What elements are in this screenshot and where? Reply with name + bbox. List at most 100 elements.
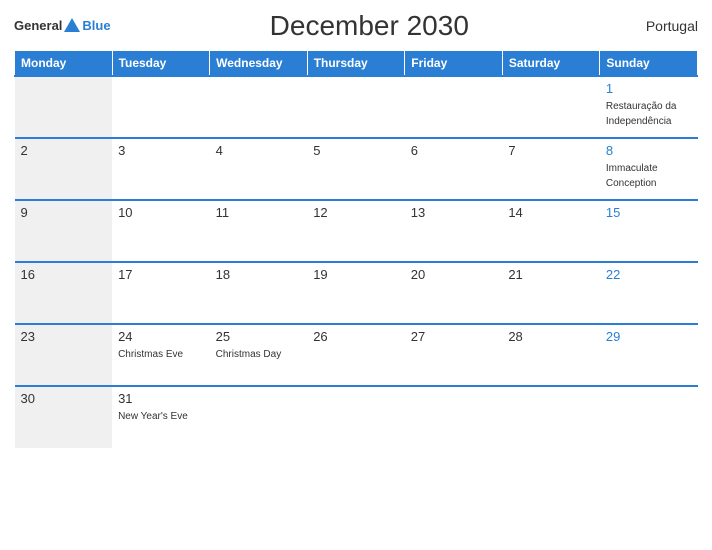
day-number: 12 [313, 205, 399, 220]
day-number: 22 [606, 267, 692, 282]
day-number: 23 [21, 329, 107, 344]
event-label: Christmas Day [216, 349, 282, 360]
day-number: 24 [118, 329, 204, 344]
day-number: 7 [508, 143, 594, 158]
day-number: 26 [313, 329, 399, 344]
day-number: 11 [216, 205, 302, 220]
day-number: 14 [508, 205, 594, 220]
day-number: 9 [21, 205, 107, 220]
calendar-week-row: 23 24 Christmas Eve 25Christmas Day 26 27 28 29 [15, 324, 698, 386]
table-row [405, 76, 503, 138]
table-row [600, 386, 698, 448]
table-row [210, 386, 308, 448]
table-row: 14 [502, 200, 600, 262]
table-row: 5 [307, 138, 405, 200]
table-row: 12 [307, 200, 405, 262]
header: General Blue December 2030 Portugal [14, 10, 698, 42]
header-saturday: Saturday [502, 51, 600, 77]
header-wednesday: Wednesday [210, 51, 308, 77]
table-row: 11 [210, 200, 308, 262]
table-row: 26 [307, 324, 405, 386]
table-row: 24 Christmas Eve [112, 324, 210, 386]
table-row: 16 [15, 262, 113, 324]
table-row: 6 [405, 138, 503, 200]
day-number: 20 [411, 267, 497, 282]
table-row [405, 386, 503, 448]
event-label: New Year's Eve [118, 411, 188, 422]
day-number: 21 [508, 267, 594, 282]
logo-triangle-icon [64, 18, 80, 32]
calendar-table: Monday Tuesday Wednesday Thursday Friday… [14, 50, 698, 448]
header-friday: Friday [405, 51, 503, 77]
table-row: 29 [600, 324, 698, 386]
calendar-title: December 2030 [111, 10, 628, 42]
calendar-week-row: 16 17 18 19 20 21 22 [15, 262, 698, 324]
logo: General Blue [14, 19, 111, 33]
calendar-week-row: 1 Restauração da Independência [15, 76, 698, 138]
logo-general: General [14, 19, 62, 33]
table-row [502, 386, 600, 448]
header-thursday: Thursday [307, 51, 405, 77]
table-row: 7 [502, 138, 600, 200]
day-number: 28 [508, 329, 594, 344]
day-number: 10 [118, 205, 204, 220]
table-row [502, 76, 600, 138]
table-row [307, 386, 405, 448]
day-number: 29 [606, 329, 692, 344]
table-row: 1 Restauração da Independência [600, 76, 698, 138]
table-row: 28 [502, 324, 600, 386]
calendar-week-row: 2345678 Immaculate Conception [15, 138, 698, 200]
day-number: 31 [118, 391, 204, 406]
table-row: 3 [112, 138, 210, 200]
table-row: 30 [15, 386, 113, 448]
day-number: 8 [606, 143, 692, 158]
table-row [15, 76, 113, 138]
event-label: Christmas Eve [118, 349, 183, 360]
table-row: 25Christmas Day [210, 324, 308, 386]
table-row: 23 [15, 324, 113, 386]
header-tuesday: Tuesday [112, 51, 210, 77]
table-row [210, 76, 308, 138]
table-row: 17 [112, 262, 210, 324]
logo-blue: Blue [82, 19, 110, 33]
table-row: 18 [210, 262, 308, 324]
day-number: 6 [411, 143, 497, 158]
day-number: 1 [606, 81, 692, 96]
day-number: 2 [21, 143, 107, 158]
days-header-row: Monday Tuesday Wednesday Thursday Friday… [15, 51, 698, 77]
table-row: 27 [405, 324, 503, 386]
day-number: 27 [411, 329, 497, 344]
calendar-week-row: 30 31 New Year's Eve [15, 386, 698, 448]
country-label: Portugal [628, 18, 698, 34]
table-row [307, 76, 405, 138]
table-row: 20 [405, 262, 503, 324]
table-row: 22 [600, 262, 698, 324]
table-row: 4 [210, 138, 308, 200]
day-number: 18 [216, 267, 302, 282]
day-number: 4 [216, 143, 302, 158]
event-label: Restauração da Independência [606, 101, 677, 127]
table-row: 8 Immaculate Conception [600, 138, 698, 200]
table-row: 19 [307, 262, 405, 324]
header-monday: Monday [15, 51, 113, 77]
calendar-week-row: 9 10 11 12 13 14 15 [15, 200, 698, 262]
day-number: 13 [411, 205, 497, 220]
table-row: 21 [502, 262, 600, 324]
header-sunday: Sunday [600, 51, 698, 77]
table-row: 13 [405, 200, 503, 262]
day-number: 30 [21, 391, 107, 406]
day-number: 15 [606, 205, 692, 220]
event-label: Immaculate Conception [606, 163, 658, 189]
table-row: 15 [600, 200, 698, 262]
day-number: 19 [313, 267, 399, 282]
table-row: 2 [15, 138, 113, 200]
day-number: 16 [21, 267, 107, 282]
day-number: 17 [118, 267, 204, 282]
day-number: 3 [118, 143, 204, 158]
table-row: 10 [112, 200, 210, 262]
table-row: 9 [15, 200, 113, 262]
table-row: 31 New Year's Eve [112, 386, 210, 448]
calendar-page: General Blue December 2030 Portugal Mond… [0, 0, 712, 550]
day-number: 5 [313, 143, 399, 158]
table-row [112, 76, 210, 138]
